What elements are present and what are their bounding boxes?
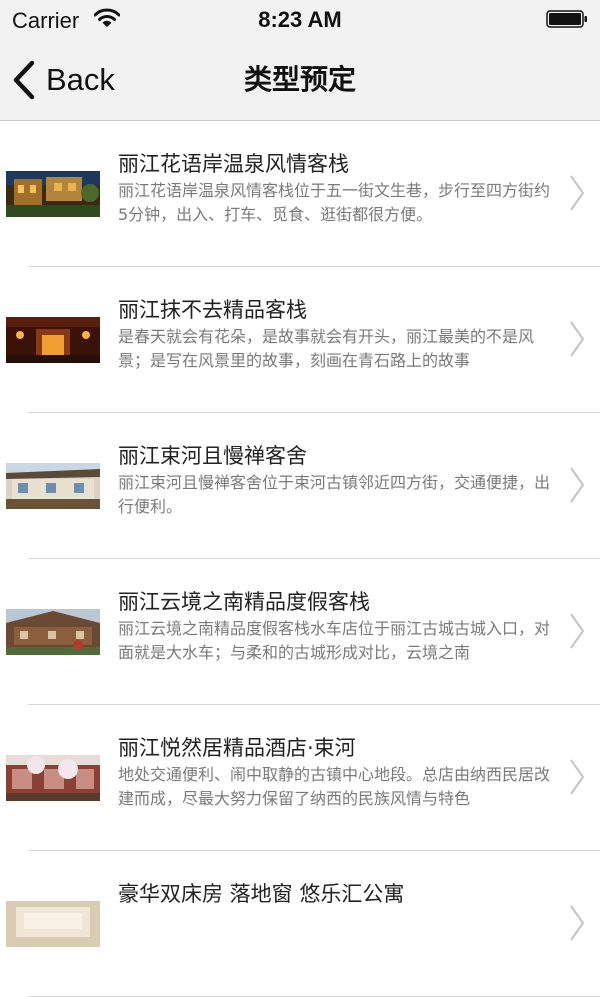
list-item[interactable]: 豪华双床房 落地窗 悠乐汇公寓	[0, 851, 600, 997]
hotel-description: 地处交通便利、闹中取静的古镇中心地段。总店由纳西民居改建而成，尽最大努力保留了纳…	[118, 765, 551, 808]
chevron-right-icon	[570, 467, 585, 503]
hotel-thumbnail	[6, 463, 100, 509]
chevron-right-icon	[570, 321, 585, 357]
navigation-bar: Back 类型预定	[0, 40, 600, 121]
list-item[interactable]: 丽江悦然居精品酒店·束河 地处交通便利、闹中取静的古镇中心地段。总店由纳西民居改…	[0, 705, 600, 851]
chevron-right-icon	[570, 759, 585, 795]
hotel-thumbnail	[6, 171, 100, 217]
list-item[interactable]: 丽江花语岸温泉风情客栈 丽江花语岸温泉风情客栈位于五一街文生巷，步行至四方街约5…	[0, 121, 600, 267]
list-item[interactable]: 丽江云境之南精品度假客栈 丽江云境之南精品度假客栈水车店位于丽江古城古城入口，对…	[0, 559, 600, 705]
hotel-thumbnail	[6, 901, 100, 947]
hotel-description: 丽江束河且慢禅客舍位于束河古镇邻近四方街，交通便捷，出行便利。	[118, 473, 551, 516]
hotel-list: 丽江花语岸温泉风情客栈 丽江花语岸温泉风情客栈位于五一街文生巷，步行至四方街约5…	[0, 121, 600, 997]
hotel-thumbnail	[6, 609, 100, 655]
clock: 8:23 AM	[258, 7, 342, 32]
hotel-title: 丽江束河且慢禅客舍	[118, 444, 307, 468]
hotel-description: 丽江云境之南精品度假客栈水车店位于丽江古城古城入口，对面就是大水车；与柔和的古城…	[118, 619, 551, 662]
hotel-title: 丽江花语岸温泉风情客栈	[118, 152, 349, 176]
list-item[interactable]: 丽江抹不去精品客栈 是春天就会有花朵，是故事就会有开头，丽江最美的不是风景；是写…	[0, 267, 600, 413]
hotel-thumbnail	[6, 317, 100, 363]
chevron-right-icon	[570, 613, 585, 649]
battery-icon	[546, 10, 587, 28]
hotel-title: 豪华双床房 落地窗 悠乐汇公寓	[118, 882, 405, 906]
hotel-thumbnail	[6, 755, 100, 801]
hotel-title: 丽江抹不去精品客栈	[118, 298, 307, 322]
status-bar: Carrier 8:23 AM	[0, 0, 600, 40]
hotel-title: 丽江悦然居精品酒店·束河	[118, 736, 356, 760]
page-title: 类型预定	[243, 63, 356, 96]
chevron-right-icon	[570, 905, 585, 941]
chevron-right-icon	[570, 175, 585, 211]
list-item[interactable]: 丽江束河且慢禅客舍 丽江束河且慢禅客舍位于束河古镇邻近四方街，交通便捷，出行便利…	[0, 413, 600, 559]
hotel-description: 丽江花语岸温泉风情客栈位于五一街文生巷，步行至四方街约5分钟，出入、打车、觅食、…	[118, 181, 551, 224]
hotel-description: 是春天就会有花朵，是故事就会有开头，丽江最美的不是风景；是写在风景里的故事，刻画…	[118, 327, 535, 370]
hotel-title: 丽江云境之南精品度假客栈	[118, 590, 370, 614]
